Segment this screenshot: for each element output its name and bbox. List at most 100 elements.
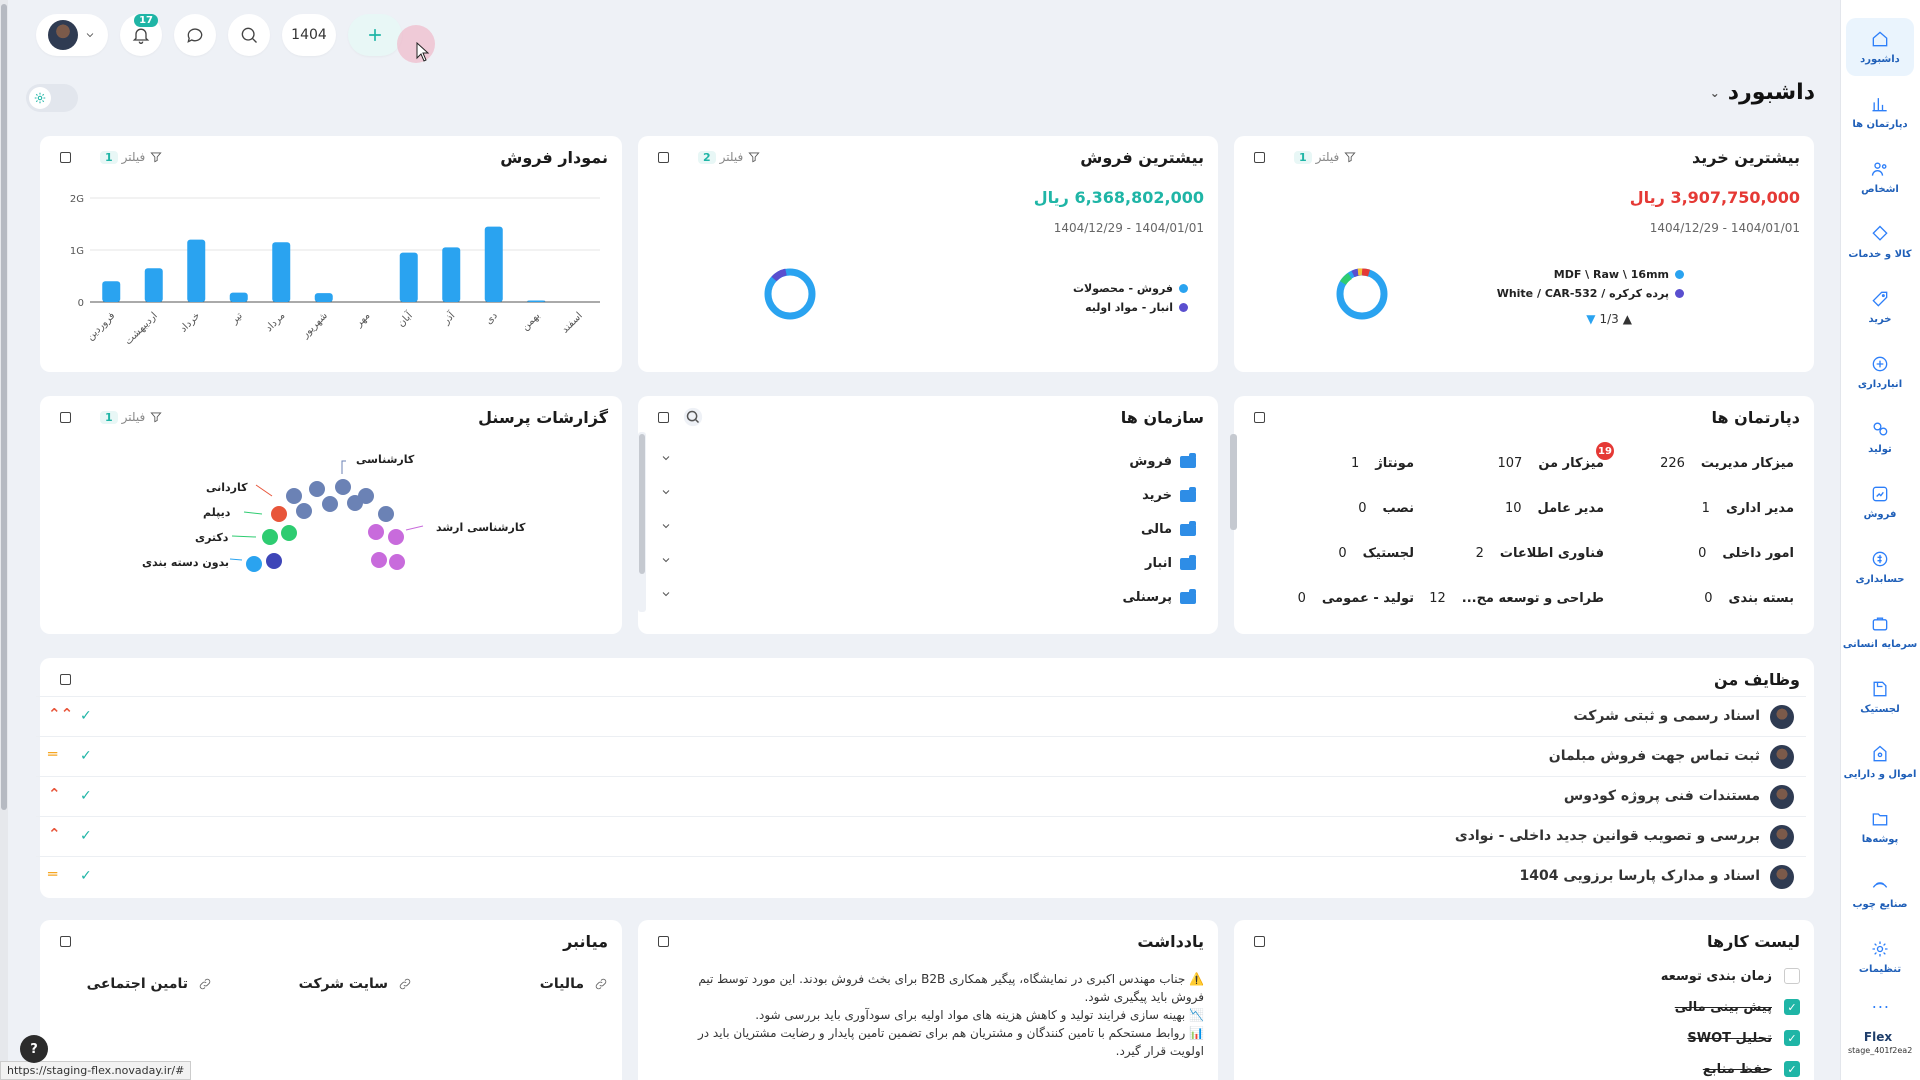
check-icon[interactable]: ✓ [80, 788, 92, 804]
page-title[interactable]: داشبورد ⌄ [1710, 80, 1815, 105]
chart-bar[interactable] [527, 300, 546, 302]
task-row[interactable]: ثبت تماس جهت فروش مبلمان ✓ ═ [36, 736, 1806, 776]
department-item[interactable]: مونتاژ 1 [1351, 456, 1414, 471]
card-select-checkbox[interactable] [658, 152, 669, 163]
sidebar-item-gear[interactable]: تنظیمات [1846, 928, 1914, 986]
notifications-button[interactable]: 17 [120, 14, 162, 56]
department-item[interactable]: طراحی و توسعه مح... 12 [1429, 591, 1604, 606]
task-row[interactable]: اسناد و مدارک پارسا برزویی 1404 ✓ ═ [36, 856, 1806, 896]
chat-button[interactable] [174, 14, 216, 56]
sidebar-item-box[interactable]: کالا و خدمات [1846, 213, 1914, 271]
sidebar-item-dollar[interactable]: حسابداری [1846, 538, 1914, 596]
chart-bar[interactable] [484, 226, 503, 302]
department-item[interactable]: بسته بندی 0 [1704, 591, 1794, 606]
department-item[interactable]: مدیر اداری 1 [1702, 501, 1794, 516]
sidebar-item-factory[interactable]: تولید [1846, 408, 1914, 466]
chevron-down-icon[interactable] [660, 486, 672, 501]
sidebar-item-asset[interactable]: اموال و دارایی [1844, 733, 1916, 791]
org-unit-item[interactable]: مالی [1141, 520, 1196, 537]
org-unit-item[interactable]: پرسنلی [1122, 588, 1196, 605]
pager-prev-icon[interactable]: ▲ [1623, 312, 1632, 326]
check-icon[interactable]: ✓ [80, 868, 92, 884]
task-row[interactable]: بررسی و تصویب قوانین جدید داخلی - نوادی ✓… [36, 816, 1806, 856]
todo-item[interactable]: ✓ پیش بینی مالی [1675, 999, 1800, 1015]
card-select-checkbox[interactable] [1254, 936, 1265, 947]
task-title: ثبت تماس جهت فروش مبلمان [1548, 748, 1760, 764]
customize-toggle[interactable] [26, 84, 78, 112]
org-unit-item[interactable]: فروش [1129, 452, 1196, 469]
filter-button[interactable]: فیلتر 2 [698, 150, 761, 164]
check-icon[interactable]: ✓ [80, 708, 92, 724]
pager-next-icon[interactable]: ▼ [1586, 312, 1595, 326]
department-item[interactable]: لجستیک 0 [1338, 546, 1414, 561]
chevron-down-icon[interactable] [660, 520, 672, 535]
note-text[interactable]: ⚠️ جناب مهندس اکبری در نمایشگاه، پیگیر ه… [664, 970, 1204, 1060]
search-button[interactable] [228, 14, 270, 56]
sidebar-item-chart[interactable]: دپارتمان ها [1846, 83, 1914, 141]
task-row[interactable]: اسناد رسمی و ثبتی شرکت ✓ ⌃⌃ [36, 696, 1806, 736]
sidebar-item-wood[interactable]: صنایع چوب [1846, 863, 1914, 921]
department-item[interactable]: امور داخلی 0 [1698, 546, 1794, 561]
card-select-checkbox[interactable] [1254, 152, 1265, 163]
task-row[interactable]: مستندات فنی پروژه کودوس ✓ ⌃ [36, 776, 1806, 816]
year-selector[interactable]: 1404 [282, 14, 336, 56]
department-item[interactable]: مدیر عامل 10 [1505, 501, 1604, 516]
sidebar-more-icon[interactable]: ... [1872, 993, 1890, 1012]
top-buy-card: بیشترین خرید فیلتر 1 3,907,750,000 ریال … [1234, 136, 1814, 372]
sidebar-item-tag[interactable]: خرید [1846, 278, 1914, 336]
shortcut-link[interactable]: سایت شرکت [299, 976, 412, 992]
chart-bar[interactable] [314, 293, 333, 302]
chart-bar[interactable] [187, 239, 206, 302]
department-item[interactable]: فناوری اطلاعات 2 [1476, 546, 1604, 561]
sidebar-item-sales[interactable]: فروش [1846, 473, 1914, 531]
todo-checkbox[interactable]: ✓ [1784, 1061, 1800, 1077]
sidebar-item-briefcase[interactable]: سرمایه انسانی [1843, 603, 1917, 661]
card-select-checkbox[interactable] [60, 936, 71, 947]
chart-bar[interactable] [272, 242, 291, 302]
department-item[interactable]: میزکار من 107 [1498, 456, 1604, 471]
card-select-checkbox[interactable] [1254, 412, 1265, 423]
chart-bar[interactable] [229, 292, 248, 302]
todo-checkbox[interactable]: ✓ [1784, 999, 1800, 1015]
card-select-checkbox[interactable] [60, 674, 71, 685]
chevron-down-icon[interactable] [660, 452, 672, 467]
chart-bar[interactable] [399, 252, 418, 302]
chart-bar[interactable] [102, 281, 121, 302]
chart-bar[interactable] [144, 268, 163, 302]
check-icon[interactable]: ✓ [80, 828, 92, 844]
chart-bar[interactable] [442, 247, 461, 302]
chevron-down-icon[interactable] [660, 554, 672, 569]
org-unit-item[interactable]: خرید [1142, 486, 1196, 503]
department-item[interactable]: تولید - عمومی 0 [1298, 591, 1414, 606]
page-scrollbar[interactable] [0, 0, 8, 1080]
org-unit-item[interactable]: انبار [1145, 554, 1196, 571]
sidebar-item-truck[interactable]: لجستیک [1846, 668, 1914, 726]
page-scrollbar-thumb[interactable] [1, 4, 7, 810]
help-button[interactable]: ? [20, 1035, 48, 1063]
department-item[interactable]: نصب 0 [1358, 501, 1414, 516]
card-select-checkbox[interactable] [658, 936, 669, 947]
user-menu-button[interactable] [36, 14, 108, 56]
check-icon[interactable]: ✓ [80, 748, 92, 764]
org-scroll-thumb[interactable] [639, 434, 645, 574]
shortcut-link[interactable]: مالیات [540, 976, 608, 992]
todo-item[interactable]: زمان بندی توسعه [1661, 968, 1800, 984]
chevron-down-icon[interactable] [660, 588, 672, 603]
card-select-checkbox[interactable] [658, 412, 669, 423]
todo-item[interactable]: ✓ تحلیل SWOT [1687, 1030, 1800, 1046]
todo-item[interactable]: ✓ حفظ منابع [1703, 1061, 1800, 1077]
departments-scrollbar[interactable] [1230, 434, 1237, 530]
todo-checkbox[interactable] [1784, 968, 1800, 984]
department-item[interactable]: میزکار مدیریت 226 [1660, 456, 1794, 471]
sidebar-item-people[interactable]: اشخاص [1846, 148, 1914, 206]
card-title: میانبر [563, 932, 608, 951]
sidebar-item-folder[interactable]: پوشه‌ها [1846, 798, 1914, 856]
x-tick-label: آبان [394, 308, 415, 329]
add-button[interactable] [348, 14, 402, 56]
sidebar-item-home[interactable]: داشبورد [1846, 18, 1914, 76]
sidebar-item-warehouse[interactable]: انبارداری [1846, 343, 1914, 401]
todo-checkbox[interactable]: ✓ [1784, 1030, 1800, 1046]
filter-button[interactable]: فیلتر 1 [1294, 150, 1357, 164]
search-icon[interactable] [682, 406, 704, 428]
shortcut-link[interactable]: تامین اجتماعی [87, 976, 212, 992]
